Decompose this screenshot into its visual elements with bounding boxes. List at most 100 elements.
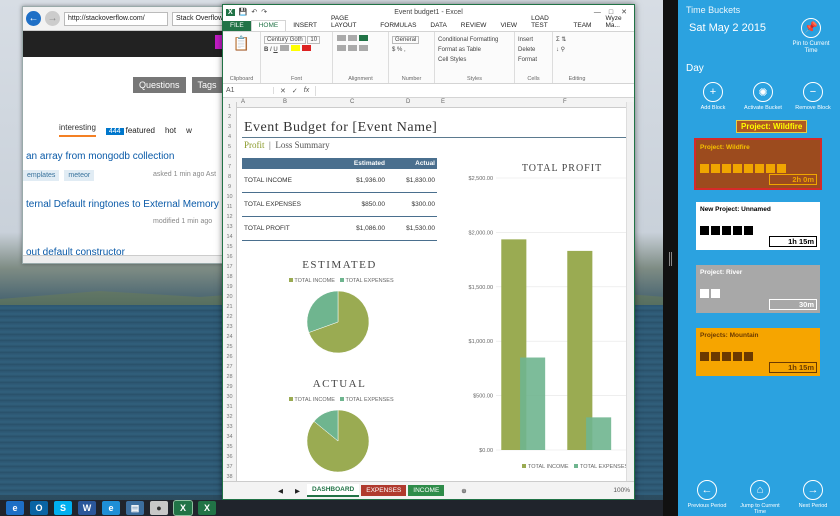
row-header[interactable]: 10 (223, 192, 236, 202)
row-header[interactable]: 16 (223, 252, 236, 262)
excel-icon[interactable]: X (198, 501, 216, 515)
wrap-icon[interactable] (359, 35, 368, 41)
divider-grip-icon[interactable] (669, 252, 672, 266)
zoom-level[interactable]: 100% (608, 485, 634, 496)
actual-pie-chart[interactable] (304, 407, 372, 475)
time-block[interactable] (711, 352, 720, 361)
prev-sheet-icon[interactable]: ◀ (273, 485, 288, 497)
tab-load-test[interactable]: LOAD TEST (524, 14, 566, 31)
question-link[interactable]: an array from mongodb collection (26, 151, 174, 162)
bold-icon[interactable]: B (264, 47, 268, 53)
row-header[interactable]: 35 (223, 442, 236, 452)
tab-view[interactable]: VIEW (493, 21, 524, 31)
jump-to-current-time-button[interactable]: ⌂ Jump to Current Time (735, 480, 785, 515)
undo-icon[interactable]: ↶ (251, 8, 257, 16)
row-header[interactable]: 8 (223, 172, 236, 182)
tab-home[interactable]: HOME (250, 20, 287, 31)
row-header[interactable]: 34 (223, 432, 236, 442)
tag[interactable]: emplates (23, 170, 60, 181)
pin-to-current-time-button[interactable]: 📌 Pin to Current Time (786, 18, 836, 55)
files-icon[interactable]: ▤ (126, 501, 144, 515)
conditional-formatting-button[interactable]: Conditional Formatting (438, 35, 511, 45)
enter-icon[interactable]: ✓ (292, 87, 298, 95)
forward-icon[interactable]: → (45, 11, 60, 26)
time-block[interactable] (722, 164, 731, 173)
row-header[interactable]: 2 (223, 112, 236, 122)
fill-icon[interactable]: ↓ (556, 47, 559, 53)
row-header[interactable]: 15 (223, 242, 236, 252)
find-icon[interactable]: ⚲ (561, 47, 565, 53)
address-bar[interactable]: http://stackoverflow.com/ (64, 11, 168, 26)
tab-week[interactable]: w (186, 126, 192, 135)
row-header[interactable]: 26 (223, 352, 236, 362)
cancel-icon[interactable]: ✕ (280, 87, 286, 95)
tab-page-layout[interactable]: PAGE LAYOUT (324, 14, 373, 31)
next-period-button[interactable]: → Next Period (788, 480, 838, 515)
save-icon[interactable]: 💾 (239, 8, 248, 16)
row-header[interactable]: 37 (223, 462, 236, 472)
time-block[interactable] (711, 226, 720, 235)
row-header[interactable]: 27 (223, 362, 236, 372)
vertical-scrollbar[interactable] (626, 102, 634, 481)
paint-icon[interactable]: ● (150, 501, 168, 515)
merge-icon[interactable] (359, 45, 368, 51)
time-block[interactable] (711, 289, 720, 298)
cell-styles-button[interactable]: Cell Styles (438, 55, 511, 65)
word-icon[interactable]: W (78, 501, 96, 515)
row-header[interactable]: 25 (223, 342, 236, 352)
tab-hot[interactable]: hot (165, 126, 176, 135)
format-as-table-button[interactable]: Format as Table (438, 45, 511, 55)
time-block[interactable] (777, 164, 786, 173)
dashboard-sheet[interactable]: Event Budget for [Event Name] Profit | L… (238, 102, 626, 481)
tab-featured[interactable]: 444 featured (105, 126, 155, 135)
row-header[interactable]: 12 (223, 212, 236, 222)
row-header[interactable]: 21 (223, 302, 236, 312)
tab-file[interactable]: FILE (223, 21, 251, 31)
row-header[interactable]: 20 (223, 292, 236, 302)
time-block[interactable] (700, 226, 709, 235)
time-block[interactable] (744, 164, 753, 173)
row-header[interactable]: 7 (223, 162, 236, 172)
row-header[interactable]: 28 (223, 372, 236, 382)
align-middle-icon[interactable] (348, 35, 357, 41)
horizontal-scrollbar[interactable] (23, 255, 233, 263)
excel-window-icon[interactable]: X (173, 500, 193, 516)
profit-bar-chart[interactable]: $0.00 $500.00 $1,000.00 $1,500.00 $2,000.00 $… (452, 158, 626, 478)
outlook-icon[interactable]: O (30, 501, 48, 515)
skype-icon[interactable]: S (54, 501, 72, 515)
time-bucket[interactable]: Projects: Mountain 1h 15m (696, 328, 820, 376)
formula-input[interactable] (315, 85, 634, 96)
time-block[interactable] (744, 226, 753, 235)
tab-team[interactable]: TEAM (566, 21, 598, 31)
row-header[interactable]: 13 (223, 222, 236, 232)
time-block[interactable] (733, 164, 742, 173)
ie-icon[interactable]: e (6, 501, 24, 515)
row-header[interactable]: 38 (223, 472, 236, 481)
profit-chart-panel[interactable]: TOTAL PROFIT $0.00 $500.00 $1,000.00 $1,500… (452, 158, 626, 478)
border-icon[interactable] (280, 45, 290, 51)
underline-icon[interactable]: U (273, 47, 277, 53)
sheet-tab-dashboard[interactable]: DASHBOARD (307, 484, 360, 497)
align-center-icon[interactable] (348, 45, 357, 51)
table-row[interactable]: TOTAL PROFIT $1,086.00 $1,530.00 (242, 217, 437, 241)
tab-data[interactable]: DATA (423, 21, 453, 31)
time-block[interactable] (722, 352, 731, 361)
time-block[interactable] (755, 164, 764, 173)
row-header[interactable]: 23 (223, 322, 236, 332)
time-block[interactable] (711, 164, 720, 173)
row-header[interactable]: 32 (223, 412, 236, 422)
time-bucket[interactable]: Project: Wildfire 2h 0m (694, 138, 822, 190)
row-header[interactable]: 6 (223, 152, 236, 162)
time-bucket[interactable]: New Project: Unnamed 1h 15m (696, 202, 820, 250)
time-block[interactable] (766, 164, 775, 173)
name-box[interactable]: A1 (226, 87, 274, 94)
user-name[interactable]: Wyze Ma... (598, 14, 634, 31)
previous-period-button[interactable]: ← Previous Period (682, 480, 732, 515)
paste-icon[interactable]: 📋 (226, 35, 257, 52)
time-block[interactable] (733, 352, 742, 361)
row-header[interactable]: 22 (223, 312, 236, 322)
tab-insert[interactable]: INSERT (286, 21, 324, 31)
tab-interesting[interactable]: interesting (59, 123, 96, 137)
time-block[interactable] (700, 289, 709, 298)
format-button[interactable]: Format (518, 55, 549, 65)
